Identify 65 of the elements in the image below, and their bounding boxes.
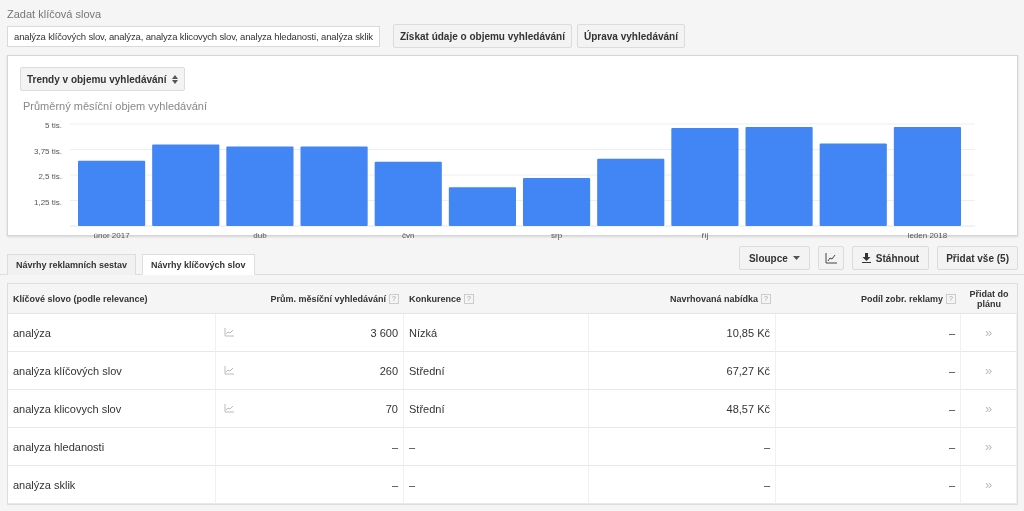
searches-value: 70 — [385, 402, 398, 415]
bid-value: – — [763, 478, 770, 491]
keyword-text: analýza — [13, 326, 51, 339]
share-value: – — [948, 402, 955, 415]
tab[interactable]: Návrhy klíčových slov — [142, 254, 255, 275]
bid-value: – — [763, 440, 770, 453]
keyword-text: analýza klíčových slov — [13, 364, 122, 377]
line-chart-icon — [824, 252, 837, 264]
column-header: Konkurence — [409, 293, 461, 304]
chart-toggle-button[interactable] — [817, 246, 844, 270]
axis-label: únor 2017 — [93, 231, 130, 240]
search-action-button[interactable]: Získat údaje o objemu vyhledávání — [392, 24, 572, 48]
competition-value: Střední — [409, 402, 445, 415]
column-header: Podíl zobr. reklamy — [860, 293, 943, 304]
keyword-text: analyza hledanosti — [13, 440, 105, 453]
chart-bar — [78, 160, 146, 226]
axis-label: srp — [551, 231, 563, 240]
trend-chart-icon[interactable] — [224, 328, 234, 337]
sort-arrows-icon — [171, 74, 178, 84]
column-header: Klíčové slovo (podle relevance) — [13, 293, 148, 304]
trend-chart-icon[interactable] — [224, 404, 234, 413]
share-value: – — [948, 478, 955, 491]
bid-value: 48,57 Kč — [726, 402, 770, 415]
add-all-button[interactable]: Přidat vše (5) — [937, 246, 1018, 270]
chart-bar — [448, 187, 516, 226]
bid-value: 67,27 Kč — [726, 364, 770, 377]
competition-value: – — [409, 478, 416, 491]
competition-value: – — [409, 440, 416, 453]
chart-type-dropdown[interactable]: Trendy v objemu vyhledávání — [20, 67, 185, 91]
axis-label: leden 2018 — [907, 231, 948, 240]
tab[interactable]: Návrhy reklamních sestav — [7, 254, 137, 275]
trend-chart-icon[interactable] — [224, 366, 234, 375]
axis-label: 1,25 tis. — [34, 197, 62, 207]
chart-bar — [523, 178, 591, 226]
columns-button[interactable]: Sloupce — [738, 246, 810, 270]
share-value: – — [948, 364, 955, 377]
keywords-label: Zadat klíčová slova — [7, 8, 103, 20]
keyword-text: analyza klicovych slov — [13, 402, 122, 415]
chart-bar — [374, 161, 442, 226]
download-icon — [861, 253, 871, 263]
competition-value: Střední — [409, 364, 445, 377]
keywords-input-field[interactable]: analýza klíčových slov, analýza, analyza klicovych slov, analyza hledanosti, analýza sklik — [7, 25, 380, 47]
axis-label: říj — [701, 231, 709, 240]
share-value: – — [948, 440, 955, 453]
searches-value: – — [391, 478, 398, 491]
competition-value: Nízká — [409, 326, 438, 339]
column-header: Navrhovaná nabídka — [669, 293, 758, 304]
column-header: Prům. měsíční vyhledávání — [270, 293, 386, 304]
axis-label: čvn — [402, 231, 415, 240]
chart-bar — [597, 158, 665, 226]
keyword-text: analýza sklik — [13, 478, 76, 491]
caret-icon — [792, 256, 800, 260]
axis-label: 5 tis. — [45, 121, 62, 130]
share-value: – — [948, 326, 955, 339]
searches-value: 260 — [379, 364, 398, 377]
axis-label: 3,75 tis. — [34, 146, 62, 156]
download-button[interactable]: Stáhnout — [851, 246, 930, 270]
searches-value: – — [391, 440, 398, 453]
search-action-button[interactable]: Úprava vyhledávání — [577, 24, 685, 48]
axis-label: dub — [253, 231, 267, 240]
column-header: Přidat do plánu — [968, 288, 1010, 309]
chart-title: Průměrný měsíční objem vyhledávání — [23, 100, 209, 112]
bid-value: 10,85 Kč — [726, 326, 770, 339]
axis-label: 2,5 tis. — [38, 172, 62, 181]
searches-value: 3 600 — [370, 326, 398, 339]
